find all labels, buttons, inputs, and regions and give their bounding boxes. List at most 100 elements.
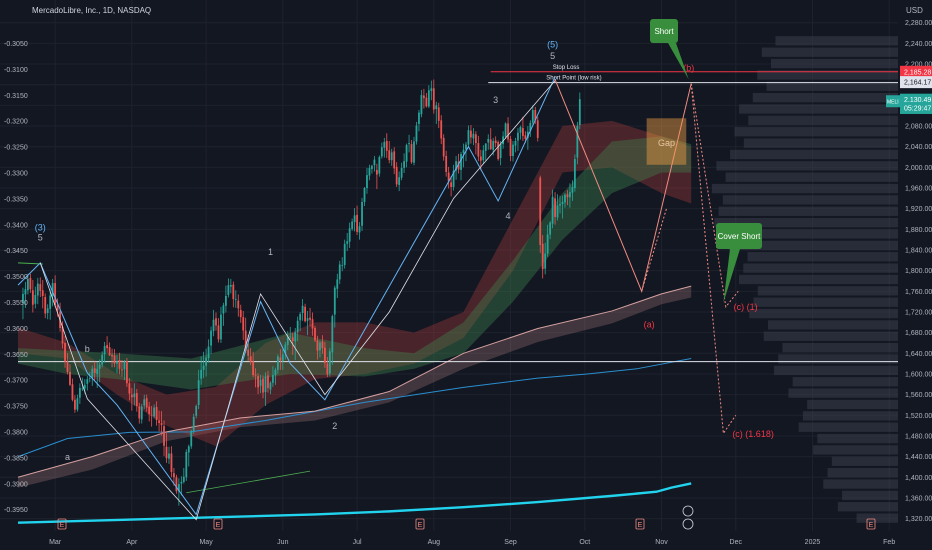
candle-body [432, 88, 435, 110]
candle-body [247, 349, 250, 356]
x-tick-label: Feb [883, 539, 895, 546]
candle-body [86, 379, 89, 384]
candle-body [69, 371, 71, 385]
volume-profile-bar [778, 354, 898, 364]
currency-label: USD [906, 6, 923, 15]
candle-body [494, 140, 497, 144]
candle-body [546, 234, 549, 254]
left-tick-label: -0.3800 [4, 430, 28, 437]
candle-body [435, 105, 438, 109]
candle-body [281, 354, 284, 362]
candle-body [39, 284, 42, 291]
candle-body [31, 290, 34, 305]
candle-body [170, 453, 173, 473]
volume-profile-bar [792, 377, 898, 387]
left-tick-label: -0.3850 [4, 455, 28, 462]
candle-body [291, 337, 294, 341]
earnings-marker-label: E [869, 522, 874, 529]
candle-body [239, 309, 242, 318]
right-tick-label: 1,400.00 [905, 475, 932, 482]
right-tick-label: 1,760.00 [905, 289, 932, 296]
volume-profile-bar [757, 286, 898, 296]
candle-body [24, 289, 27, 295]
volume-profile-bar [856, 513, 898, 523]
candle-body [276, 356, 279, 370]
candle-body [522, 128, 524, 136]
candle-body [309, 317, 311, 320]
candle-body [91, 368, 94, 379]
volume-profile-bar [802, 411, 898, 421]
candle-body [465, 144, 467, 150]
candle-body [576, 126, 579, 158]
right-tick-label: 1,680.00 [905, 330, 932, 337]
annotation-4: 1 [268, 247, 273, 257]
candle-body [269, 382, 272, 390]
candle-body [383, 142, 386, 148]
earnings-marker-label: E [418, 522, 423, 529]
candle-body [519, 127, 522, 133]
candle-body [301, 305, 304, 314]
candle-body [232, 284, 235, 300]
candle-body [385, 141, 388, 151]
volume-profile-bar [753, 297, 898, 307]
candle-body [299, 314, 302, 321]
candle-body [319, 342, 321, 351]
candle-body [504, 123, 507, 137]
candle-body [220, 314, 222, 340]
candle-body [425, 97, 428, 107]
x-tick-label: Mar [49, 539, 62, 546]
annotation-6: 3 [493, 95, 498, 105]
earnings-marker-label: E [216, 522, 221, 529]
right-tick-label: 1,440.00 [905, 454, 932, 461]
candle-body [54, 283, 57, 306]
candle-body [225, 295, 227, 306]
candle-body [267, 375, 269, 388]
candle-body [408, 143, 410, 145]
candle-body [215, 318, 217, 326]
candle-body [180, 481, 183, 484]
volume-profile-bar [842, 490, 898, 501]
candle-body [430, 88, 433, 91]
left-tick-label: -0.3300 [4, 171, 28, 178]
candle-body [192, 416, 195, 432]
annotation-3: a [65, 452, 70, 462]
candle-body [160, 423, 163, 426]
candle-body [173, 473, 175, 478]
left-tick-label: -0.3450 [4, 248, 28, 255]
candle-body [551, 196, 554, 224]
right-tick-label: 1,720.00 [905, 309, 932, 316]
candle-body [254, 374, 257, 376]
candle-body [229, 285, 232, 287]
candle-body [390, 152, 393, 161]
price-chart[interactable]: Stop LossShort Point (low risk) (3)5ba12… [0, 0, 932, 550]
candle-body [64, 342, 66, 362]
x-tick-label: Jul [353, 539, 362, 546]
volume-profile-bar [773, 365, 898, 376]
candle-body [489, 139, 492, 150]
right-tick-label: 2,000.00 [905, 165, 932, 172]
candle-body [375, 169, 378, 175]
candle-body [103, 346, 106, 355]
candle-body [571, 186, 574, 193]
candle-body [289, 336, 292, 338]
volume-profile-bar [730, 149, 898, 160]
volume-profile-bar [752, 92, 898, 103]
candle-body [130, 394, 133, 398]
candle-body [126, 361, 128, 384]
right-tick-label: 1,840.00 [905, 248, 932, 255]
right-tick-label: 2,040.00 [905, 144, 932, 151]
candle-body [517, 132, 519, 141]
candle-body [328, 351, 331, 374]
x-tick-label: Jun [277, 539, 288, 546]
candle-body [440, 120, 443, 139]
candle-body [304, 306, 306, 322]
candle-body [578, 99, 581, 126]
candle-body [336, 279, 339, 289]
candle-body [121, 369, 123, 371]
x-tick-label: Dec [730, 539, 743, 546]
cover-short-callout-text: Cover Short [718, 232, 761, 241]
candle-body [175, 477, 178, 492]
candle-body [346, 241, 349, 244]
candle-body [512, 144, 514, 156]
candle-body [403, 161, 405, 168]
